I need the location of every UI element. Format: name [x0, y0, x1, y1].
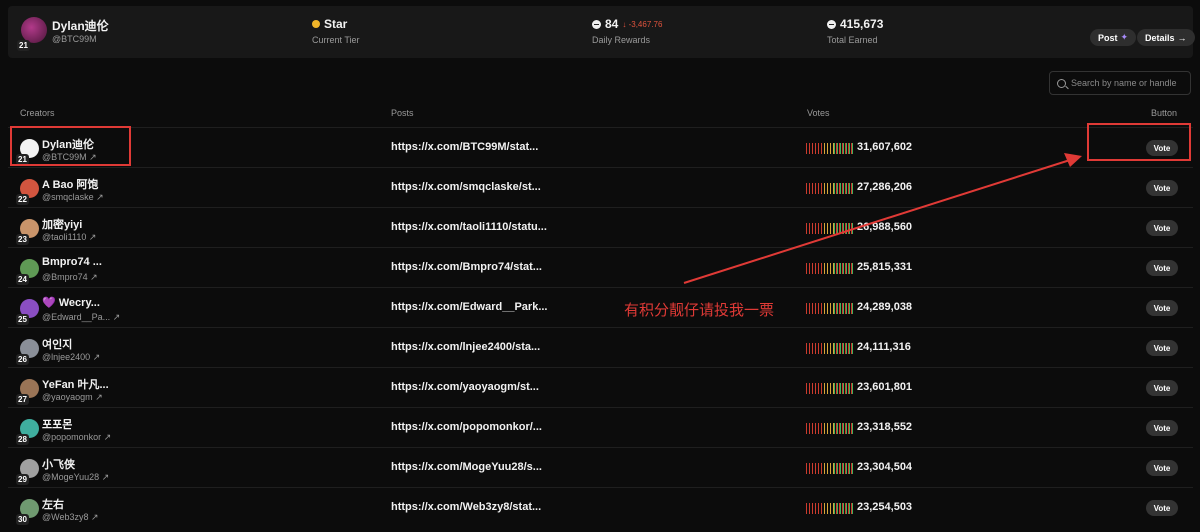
annotation-arrow-icon [683, 153, 1082, 284]
annotation-note: 有积分靓仔请投我一票 [624, 302, 775, 319]
